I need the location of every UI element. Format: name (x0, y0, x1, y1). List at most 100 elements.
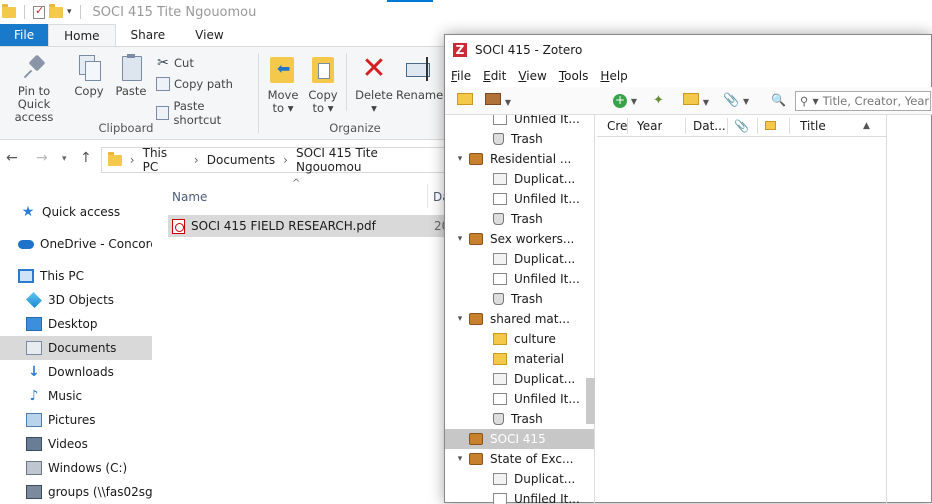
nav-videos[interactable]: Videos (0, 432, 152, 456)
new-item-button[interactable]: + ▼ (613, 93, 637, 108)
collection-tree-item[interactable]: ▾ State of Exc... (445, 449, 594, 469)
search-input[interactable]: ⚲ ▼ Title, Creator, Year (795, 91, 931, 111)
move-to-button[interactable]: Move to ▾ (266, 53, 300, 115)
breadcrumb-chevron[interactable]: › (130, 153, 135, 167)
new-collection-button[interactable] (457, 93, 473, 108)
new-note-button[interactable]: ▼ (683, 93, 709, 108)
add-attachment-button[interactable]: 📎 ▼ (723, 93, 749, 108)
cut-button[interactable]: ✂ Cut (156, 55, 194, 71)
tab-share[interactable]: Share (116, 24, 181, 46)
nav-3d-objects[interactable]: 3D Objects (0, 288, 152, 312)
download-icon: ↓ (28, 364, 40, 380)
nav-downloads[interactable]: ↓ Downloads (0, 360, 152, 384)
column-header-title[interactable]: Title (800, 119, 826, 133)
paste-button[interactable]: Paste (112, 53, 150, 98)
collection-tree-item[interactable]: Trash (445, 129, 594, 149)
tab-home[interactable]: Home (48, 24, 116, 46)
properties-icon[interactable] (33, 4, 45, 19)
file-row[interactable]: SOCI 415 FIELD RESEARCH.pdf (168, 215, 458, 237)
nav-onedrive[interactable]: OneDrive - Concordia (0, 232, 152, 256)
delete-button[interactable]: ✕ Delete ▾ (354, 53, 394, 115)
column-header-date[interactable]: Dat... (693, 119, 726, 133)
advanced-search-button[interactable]: 🔍 (771, 93, 786, 107)
menu-help[interactable]: Help (600, 69, 627, 83)
copy-button[interactable]: Copy (70, 53, 108, 98)
nav-pictures[interactable]: Pictures (0, 408, 152, 432)
tab-file[interactable]: File (0, 24, 49, 46)
breadcrumb-documents[interactable]: Documents (207, 153, 275, 167)
copy-to-button[interactable]: Copy to ▾ (306, 53, 340, 115)
collection-tree-item[interactable]: Unfiled It... (445, 389, 594, 409)
collection-tree-item[interactable]: Trash (445, 409, 594, 429)
collection-tree-item[interactable]: Unfiled It... (445, 269, 594, 289)
column-separator[interactable] (727, 118, 728, 134)
search-mode-chevron-icon[interactable]: ▼ (812, 97, 818, 106)
up-arrow-icon[interactable]: ↑ (80, 150, 92, 166)
customize-toolbar-icon[interactable]: ▾ (67, 7, 72, 17)
column-header-creator[interactable]: Cre (607, 119, 627, 133)
breadcrumb-this-pc[interactable]: This PC (143, 146, 186, 174)
nav-windows-drive[interactable]: Windows (C:) (0, 456, 152, 480)
menu-file[interactable]: File (451, 69, 471, 83)
nav-desktop[interactable]: Desktop (0, 312, 152, 336)
collection-label: Trash (511, 412, 543, 426)
nav-documents[interactable]: Documents (0, 336, 152, 360)
rename-button[interactable]: Rename (396, 53, 443, 102)
collection-tree-item[interactable]: Unfiled It... (445, 189, 594, 209)
new-folder-icon[interactable] (49, 3, 63, 18)
collection-tree-item[interactable]: Trash (445, 289, 594, 309)
breadcrumb-chevron[interactable]: › (283, 153, 288, 167)
nav-quick-access[interactable]: ★ Quick access (0, 200, 152, 224)
nav-this-pc[interactable]: This PC (0, 264, 152, 288)
breadcrumb-current-folder[interactable]: SOCI 415 Tite Ngouomou (296, 146, 445, 174)
collection-tree-item[interactable]: SOCI 415 (445, 429, 594, 449)
add-by-identifier-button[interactable]: ✦ (653, 93, 664, 108)
tree-twisty-icon[interactable]: ▾ (455, 454, 465, 464)
collection-tree-item[interactable]: Trash (445, 209, 594, 229)
paperclip-icon: 📎 (723, 93, 740, 108)
column-separator[interactable] (757, 118, 758, 134)
tree-twisty-icon[interactable]: ▾ (455, 154, 465, 164)
breadcrumb-chevron[interactable]: › (194, 153, 199, 167)
column-separator[interactable] (685, 118, 686, 134)
collection-tree-item[interactable]: ▾ Sex workers... (445, 229, 594, 249)
address-bar[interactable]: › This PC › Documents › SOCI 415 Tite Ng… (101, 146, 446, 174)
copy-icon (77, 53, 101, 81)
collection-label: Duplicat... (514, 472, 576, 486)
collection-tree-item[interactable]: material (445, 349, 594, 369)
tab-view[interactable]: View (180, 24, 238, 46)
copy-path-button[interactable]: Copy path (156, 77, 233, 91)
column-separator[interactable] (627, 118, 628, 134)
pin-to-quick-access-button[interactable]: Pin to Quick access (2, 53, 66, 124)
menu-file-rest: ile (457, 69, 472, 83)
column-header-name[interactable]: Name (172, 190, 207, 204)
collection-tree-item[interactable]: ▾ Residential ... (445, 149, 594, 169)
tree-twisty-icon[interactable]: ▾ (455, 314, 465, 324)
nav-groups-network[interactable]: groups (\\fas02sgw (0, 480, 152, 504)
notes-column-header[interactable] (765, 119, 776, 133)
attachment-column-icon[interactable]: 📎 (734, 119, 749, 133)
new-library-button[interactable]: ▼ (485, 93, 511, 108)
column-header-year[interactable]: Year (637, 119, 662, 133)
recent-chevron-icon[interactable]: ▾ (62, 154, 67, 164)
menu-tools[interactable]: Tools (559, 69, 589, 83)
collection-tree-item[interactable]: Duplicat... (445, 369, 594, 389)
collection-tree-item[interactable]: Unfiled It... (445, 115, 594, 129)
collection-tree-item[interactable]: Unfiled It... (445, 489, 594, 504)
collections-scrollbar[interactable] (586, 378, 595, 424)
pin-label-line1: Pin to Quick (17, 84, 51, 111)
forward-arrow-icon[interactable]: → (36, 150, 48, 166)
collection-tree-item[interactable]: Duplicat... (445, 469, 594, 489)
collection-tree-item[interactable]: culture (445, 329, 594, 349)
column-separator[interactable] (789, 118, 790, 134)
collection-tree-item[interactable]: Duplicat... (445, 169, 594, 189)
column-separator[interactable] (427, 184, 428, 208)
menu-edit[interactable]: Edit (483, 69, 506, 83)
menu-view[interactable]: View (518, 69, 546, 83)
back-arrow-icon[interactable]: ← (6, 150, 18, 166)
pdf-icon (172, 218, 185, 234)
tree-twisty-icon[interactable]: ▾ (455, 234, 465, 244)
collection-tree-item[interactable]: Duplicat... (445, 249, 594, 269)
collection-tree-item[interactable]: ▾ shared mat... (445, 309, 594, 329)
nav-music[interactable]: ♪ Music (0, 384, 152, 408)
